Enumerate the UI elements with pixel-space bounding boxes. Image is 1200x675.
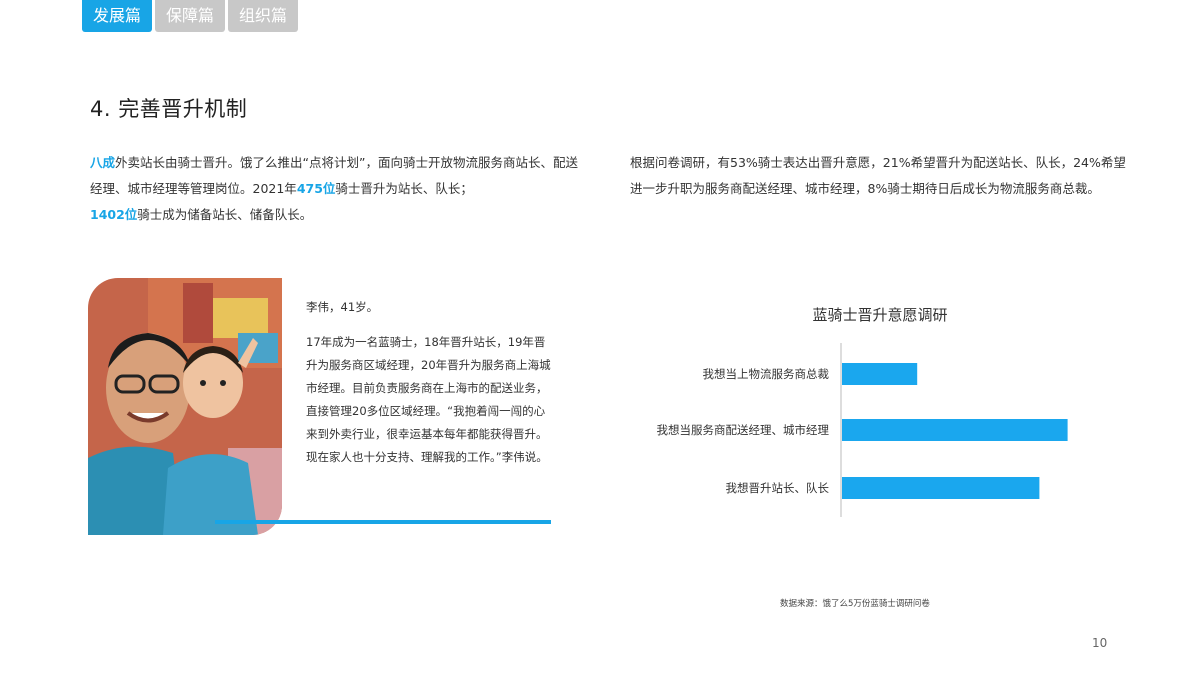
accent-divider — [215, 520, 551, 524]
chart-bar — [842, 477, 1040, 499]
profile-name: 李伟，41岁。 — [306, 300, 379, 314]
photo-illustration — [88, 278, 282, 535]
paragraph-text: 骑士晋升为站长、队长； — [335, 181, 473, 196]
chart-category-label: 我想当上物流服务商总裁 — [703, 367, 830, 381]
page-number: 10 — [1092, 636, 1108, 650]
profile-story: 李伟，41岁。 17年成为一名蓝骑士，18年晋升站长，19年晋升为服务商区域经理… — [306, 296, 556, 469]
chart-bar — [842, 419, 1068, 441]
section-title: 4. 完善晋升机制 — [90, 97, 248, 121]
tab-security[interactable]: 保障篇 — [155, 0, 226, 32]
promotion-intent-bar-chart: 我想当上物流服务商总裁我想当服务商配送经理、城市经理我想晋升站长、队长 — [657, 343, 1068, 517]
highlight-promoted-count: 475位 — [296, 181, 336, 196]
tab-organization[interactable]: 组织篇 — [228, 0, 299, 32]
paragraph-text: 骑士成为储备站长、储备队长。 — [137, 207, 313, 222]
highlight-reserve-count: 1402位 — [90, 207, 138, 222]
chart-category-label: 我想晋升站长、队长 — [726, 481, 830, 495]
profile-quote: 17年成为一名蓝骑士，18年晋升站长，19年晋升为服务商区域经理，20年晋升为服… — [306, 335, 551, 464]
survey-paragraph: 根据问卷调研，有53%骑士表达出晋升意愿，21%希望晋升为配送站长、队长，24%… — [630, 155, 1126, 196]
chart-bar — [842, 363, 918, 385]
section-tabs: 发展篇 保障篇 组织篇 — [82, 0, 299, 32]
chart-category-label: 我想当服务商配送经理、城市经理 — [657, 423, 830, 437]
chart-title: 蓝骑士晋升意愿调研 — [812, 306, 948, 324]
profile-photo — [88, 278, 282, 535]
data-source-note: 数据来源：饿了么5万份蓝骑士调研问卷 — [780, 599, 930, 609]
highlight-percent: 八成 — [90, 155, 116, 170]
promotion-paragraph: 八成外卖站长由骑士晋升。饿了么推出“点将计划”，面向骑士开放物流服务商站长、配送… — [90, 150, 580, 228]
tab-development[interactable]: 发展篇 — [82, 0, 153, 32]
